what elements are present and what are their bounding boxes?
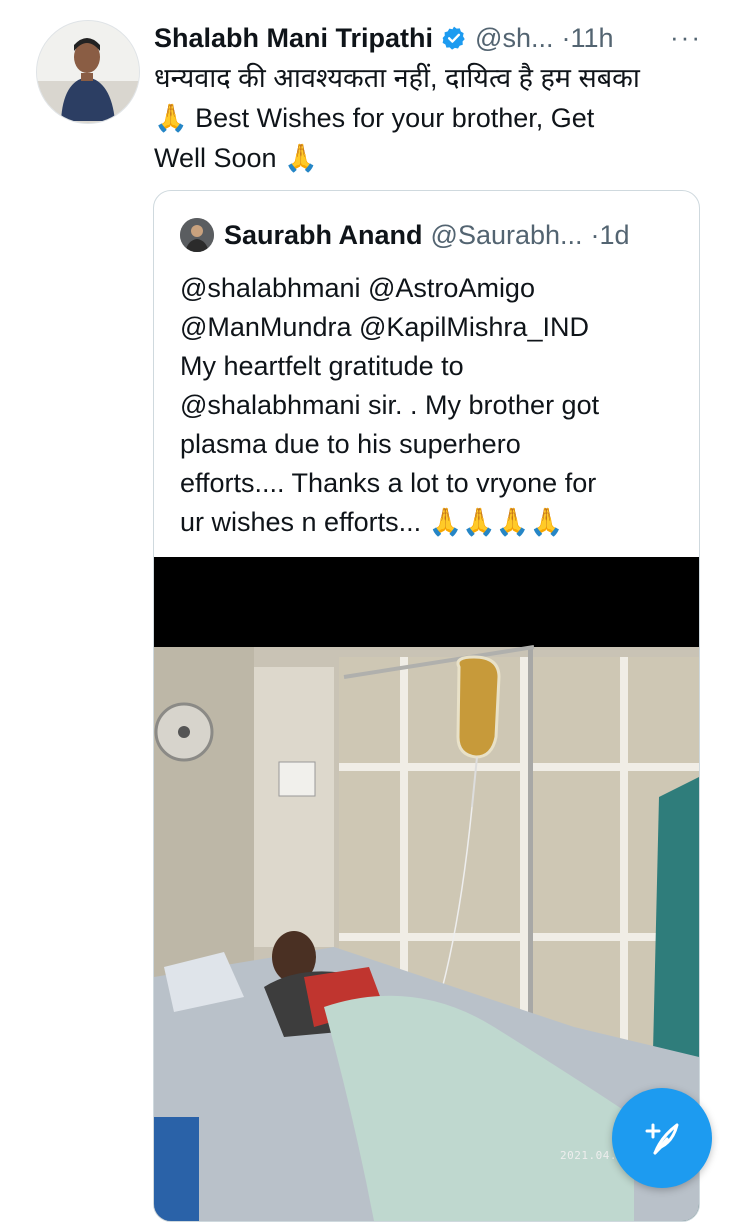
quoted-text-line: efforts.... Thanks a lot to vryone for [180,468,597,498]
quoted-text-line: plasma due to his superhero [180,429,521,459]
compose-feather-icon [645,1123,679,1155]
tweet-timestamp[interactable]: ·11h [561,23,613,54]
more-horizontal-icon[interactable]: ··· [670,22,702,53]
quoted-text-line: ur wishes n efforts... 🙏🙏🙏🙏 [180,507,564,537]
tweet-header: Shalabh Mani Tripathi @sh... ·11h [154,18,614,58]
quoted-author-name: Saurabh Anand [224,219,423,250]
compose-tweet-button[interactable] [612,1088,712,1188]
quoted-tweet[interactable]: Saurabh Anand @Saurabh... ·1d @shalabhma… [153,190,700,1222]
verified-badge-icon [441,25,467,51]
quoted-tweet-header: Saurabh Anand @Saurabh... ·1d [180,215,630,255]
quoted-text-line: My heartfelt gratitude to [180,351,464,381]
quoted-author-avatar [180,218,214,252]
quoted-text-line: @ManMundra @KapilMishra_IND [180,312,589,342]
tweet-text-line: धन्यवाद की आवश्यकता नहीं, दायित्व है हम … [154,63,640,93]
quoted-author-handle: @Saurabh... [430,219,583,250]
quoted-tweet-text: @shalabhmani @AstroAmigo @ManMundra @Kap… [180,269,599,542]
quoted-timestamp: ·1d [590,219,630,250]
tweet-text-line: 🙏 Best Wishes for your brother, Get [154,103,595,133]
author-name[interactable]: Shalabh Mani Tripathi [154,23,433,54]
author-handle[interactable]: @sh... [475,23,553,54]
author-avatar[interactable] [36,20,140,124]
quoted-text-line: @shalabhmani @AstroAmigo [180,273,535,303]
tweet-text: धन्यवाद की आवश्यकता नहीं, दायित्व है हम … [154,58,714,178]
quoted-text-line: @shalabhmani sir. . My brother got [180,390,600,420]
tweet-text-line: Well Soon 🙏 [154,143,318,173]
